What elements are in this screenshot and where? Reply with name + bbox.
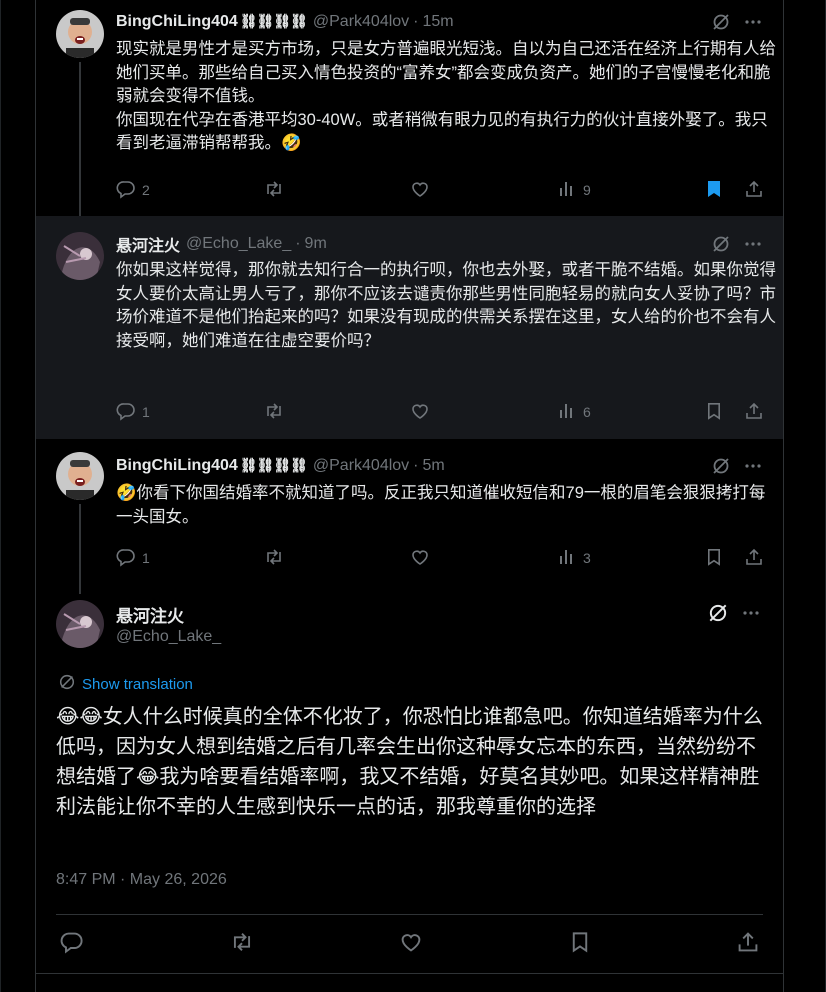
repost-icon <box>263 547 285 570</box>
grok-icon[interactable] <box>711 234 731 254</box>
display-name[interactable]: BingChiLing404 <box>116 13 238 31</box>
share-button[interactable] <box>744 401 764 424</box>
like-icon <box>410 547 430 570</box>
name-emoji: ⛓⛓⛓⛓ <box>239 14 308 30</box>
views-count: 6 <box>583 404 591 420</box>
views-button[interactable]: 3 <box>557 547 617 570</box>
bookmark-button[interactable] <box>704 401 724 424</box>
focused-action-bar <box>60 930 760 958</box>
like-button[interactable] <box>410 547 470 570</box>
like-icon <box>410 179 430 202</box>
reply-button[interactable] <box>60 930 84 959</box>
more-icon[interactable] <box>743 234 763 254</box>
translate-label[interactable]: Show translation <box>82 676 193 693</box>
share-button[interactable] <box>744 547 764 570</box>
timestamp[interactable]: 9m <box>305 235 327 253</box>
views-count: 3 <box>583 550 591 566</box>
action-bar: 1 3 <box>116 546 764 570</box>
reply-icon <box>116 401 136 424</box>
reply-count: 1 <box>142 404 150 420</box>
focused-tweet-header: 悬河注火 @Echo_Lake_ <box>36 582 783 672</box>
show-translation-link[interactable]: Show translation <box>58 673 193 695</box>
tweet-header: 悬河注火 @Echo_Lake_ · 9m <box>116 233 763 255</box>
views-button[interactable]: 9 <box>557 179 617 202</box>
views-icon <box>557 547 577 570</box>
timestamp[interactable]: 5m <box>423 457 445 475</box>
views-icon <box>557 179 577 202</box>
more-icon[interactable] <box>741 603 761 623</box>
share-button[interactable] <box>744 179 764 202</box>
timestamp[interactable]: 15m <box>423 13 454 31</box>
repost-button[interactable] <box>229 930 255 959</box>
views-button[interactable]: 6 <box>557 401 617 424</box>
share-button[interactable] <box>736 930 760 959</box>
like-icon <box>410 401 430 424</box>
tweet-2[interactable]: 悬河注火 @Echo_Lake_ · 9m 你如果这样觉得，那你就去知行合一的执… <box>36 216 783 439</box>
tweet-text: 现实就是男性才是买方市场，只是女方普遍眼光短浅。自以为自己还活在经济上行期有人给… <box>116 40 776 152</box>
bookmark-icon <box>704 547 724 570</box>
translate-icon <box>58 673 76 695</box>
user-handle[interactable]: @Park404lov <box>313 13 409 31</box>
tweet-timestamp[interactable]: 8:47 PM · May 26, 2026 <box>56 871 227 889</box>
tweet-text: 🤣你看下你国结婚率不就知道了吗。反正我只知道催收短信和79一根的眉笔会狠狠拷打每… <box>116 484 766 526</box>
divider <box>56 914 763 915</box>
grok-icon[interactable] <box>711 456 731 476</box>
timeline-border-right <box>783 0 784 992</box>
views-count: 9 <box>583 182 591 198</box>
tweet-3[interactable]: BingChiLing404 ⛓⛓⛓⛓ @Park404lov · 5m 🤣你看… <box>36 439 783 594</box>
share-icon <box>744 547 764 570</box>
display-name[interactable]: 悬河注火 <box>116 232 180 256</box>
tweet-text: 你如果这样觉得，那你就去知行合一的执行呗，你也去外娶，或者干脆不结婚。如果你觉得… <box>116 261 776 350</box>
reply-button[interactable]: 1 <box>116 401 176 424</box>
repost-icon <box>263 401 285 424</box>
grok-icon[interactable] <box>711 12 731 32</box>
bookmark-icon <box>704 401 724 424</box>
reply-icon <box>116 547 136 570</box>
like-button[interactable] <box>410 401 470 424</box>
user-handle[interactable]: @Park404lov <box>313 457 409 475</box>
window-edge-left <box>0 0 1 992</box>
repost-button[interactable] <box>263 179 323 202</box>
more-icon[interactable] <box>743 456 763 476</box>
reply-button[interactable]: 2 <box>116 179 176 202</box>
bookmark-icon <box>704 179 724 202</box>
tweet-header: BingChiLing404 ⛓⛓⛓⛓ @Park404lov · 5m <box>116 455 763 477</box>
user-handle[interactable]: @Echo_Lake_ <box>116 628 221 646</box>
share-icon <box>744 401 764 424</box>
reply-button[interactable]: 1 <box>116 547 176 570</box>
grok-icon[interactable] <box>707 602 729 624</box>
action-bar: 1 6 <box>116 400 764 424</box>
tweet-1[interactable]: BingChiLing404 ⛓⛓⛓⛓ @Park404lov · 15m 现实… <box>36 0 783 216</box>
avatar[interactable] <box>56 232 104 280</box>
share-icon <box>744 179 764 202</box>
bookmark-button[interactable] <box>704 179 724 202</box>
thread-line <box>79 504 81 594</box>
focused-tweet-text: 😂😂女人什么时候真的全体不化妆了，你恐怕比谁都急吧。你知道结婚率为什么低吗，因为… <box>56 706 763 818</box>
reply-icon <box>116 179 136 202</box>
thread-line <box>79 62 81 216</box>
avatar[interactable] <box>56 600 104 648</box>
more-icon[interactable] <box>743 12 763 32</box>
avatar[interactable] <box>56 452 104 500</box>
bookmark-button[interactable] <box>704 547 724 570</box>
divider <box>36 973 783 974</box>
like-button[interactable] <box>399 930 423 959</box>
like-button[interactable] <box>410 179 470 202</box>
display-name[interactable]: BingChiLing404 <box>116 457 238 475</box>
repost-button[interactable] <box>263 401 323 424</box>
repost-icon <box>263 179 285 202</box>
reply-count: 2 <box>142 182 150 198</box>
user-handle[interactable]: @Echo_Lake_ <box>186 235 291 253</box>
views-icon <box>557 401 577 424</box>
display-name[interactable]: 悬河注火 <box>116 602 184 627</box>
repost-button[interactable] <box>263 547 323 570</box>
name-emoji: ⛓⛓⛓⛓ <box>239 458 308 474</box>
tweet-header: BingChiLing404 ⛓⛓⛓⛓ @Park404lov · 15m <box>116 11 763 33</box>
bookmark-button[interactable] <box>568 930 592 959</box>
reply-count: 1 <box>142 550 150 566</box>
avatar[interactable] <box>56 10 104 58</box>
action-bar: 2 9 <box>116 178 764 202</box>
